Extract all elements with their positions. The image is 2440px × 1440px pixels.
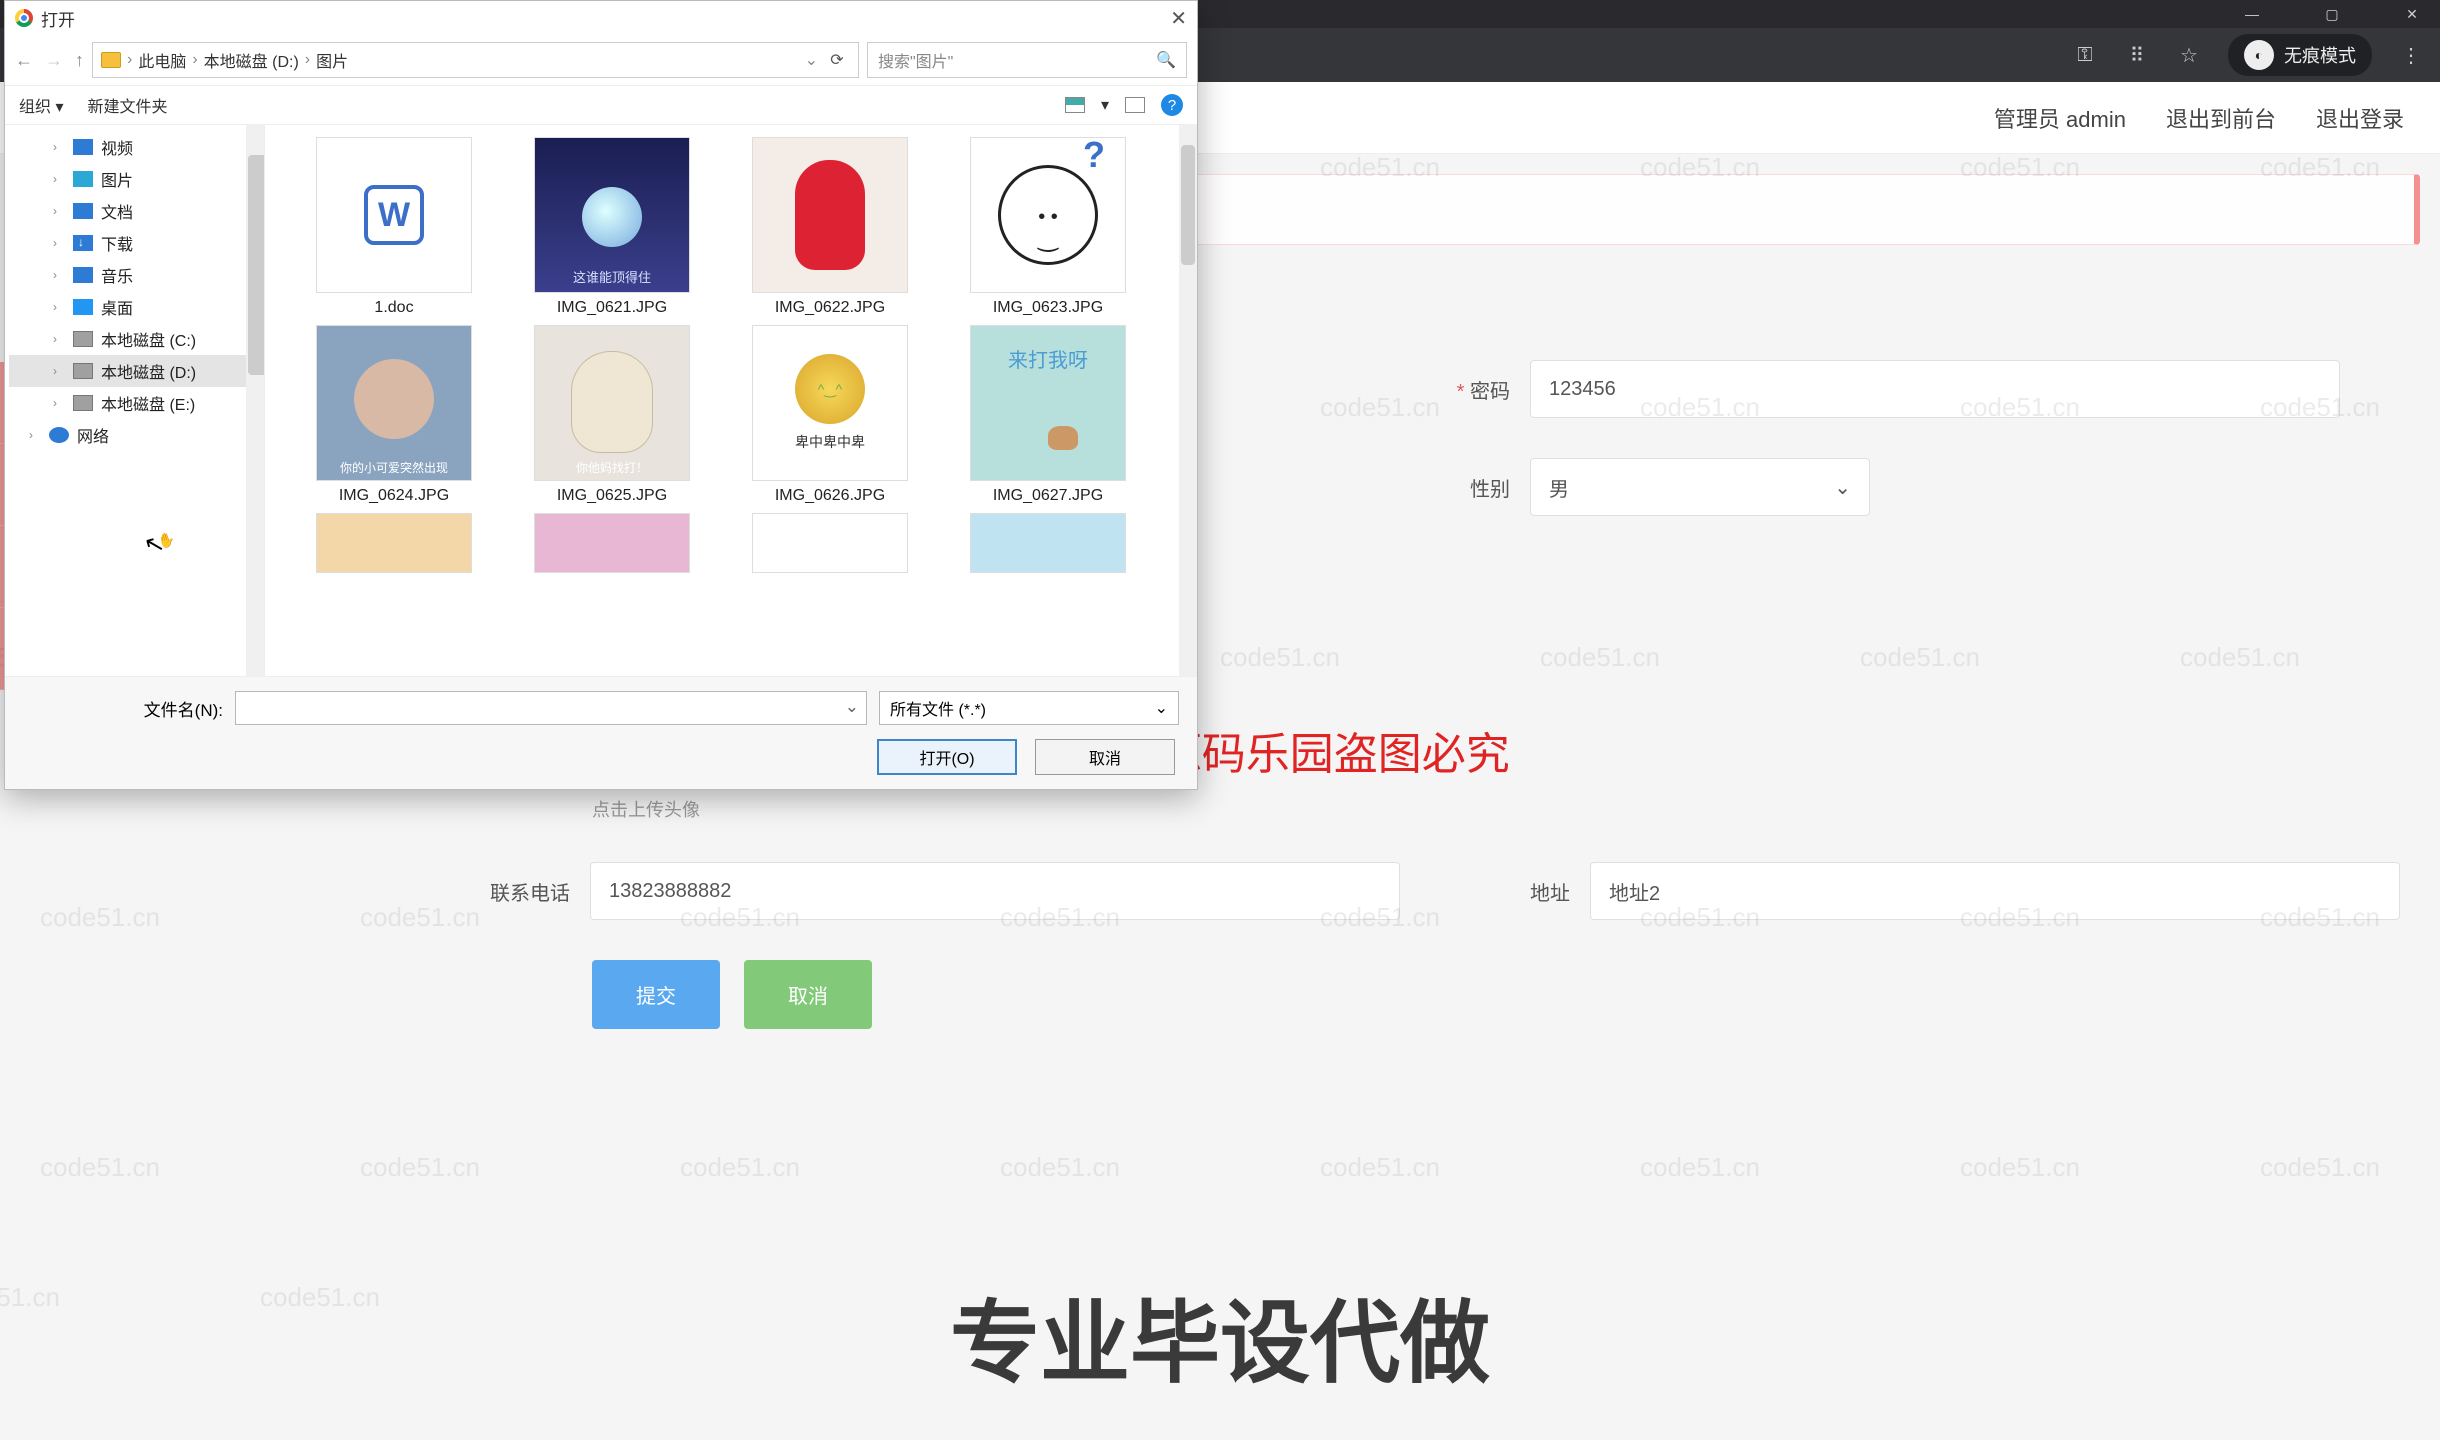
phone-label: 联系电话 xyxy=(460,877,570,906)
gender-label: 性别 xyxy=(1400,473,1510,502)
tree-scrollbar[interactable] xyxy=(246,125,264,676)
dialog-open-button[interactable]: 打开(O) xyxy=(877,739,1017,775)
file-item-partial-2[interactable] xyxy=(507,513,717,579)
file-item-doc[interactable]: W 1.doc xyxy=(289,137,499,317)
incognito-label: 无痕模式 xyxy=(2284,42,2356,68)
incognito-badge[interactable]: ◐ 无痕模式 xyxy=(2228,34,2372,76)
help-icon[interactable]: ? xyxy=(1161,94,1183,116)
window-minimize-icon[interactable]: ― xyxy=(2232,0,2272,28)
search-icon: 🔍 xyxy=(1156,50,1176,70)
upload-avatar-hint[interactable]: 点击上传头像 xyxy=(592,796,2400,822)
file-item-0622[interactable]: IMG_0622.JPG xyxy=(725,137,935,317)
dialog-cancel-button[interactable]: 取消 xyxy=(1035,739,1175,775)
filename-label: 文件名(N): xyxy=(23,696,223,721)
chevron-down-icon[interactable]: ⌄ xyxy=(805,50,818,70)
cancel-button[interactable]: 取消 xyxy=(744,960,872,1029)
dialog-nav: ← → ↑ › 此电脑 › 本地磁盘 (D:) › 图片 ⌄ ⟳ 搜索"图片" … xyxy=(5,35,1197,85)
organize-menu[interactable]: 组织 ▾ xyxy=(19,93,64,117)
tree-downloads[interactable]: ›下载 xyxy=(9,227,260,259)
file-item-0625[interactable]: 你他妈找打！ IMG_0625.JPG xyxy=(507,325,717,505)
file-item-partial-1[interactable] xyxy=(289,513,499,579)
tree-drive-c[interactable]: ›本地磁盘 (C:) xyxy=(9,323,260,355)
translate-icon[interactable]: ⠿ xyxy=(2124,42,2150,68)
password-input[interactable] xyxy=(1530,360,2340,418)
admin-label[interactable]: 管理员 admin xyxy=(1994,102,2126,134)
submit-button[interactable]: 提交 xyxy=(592,960,720,1029)
refresh-icon[interactable]: ⟳ xyxy=(824,50,850,70)
folder-tree: ›视频 ›图片 ›文档 ›下载 ›音乐 ›桌面 ›本地磁盘 (C:) ›本地磁盘… xyxy=(5,125,265,676)
dialog-close-icon[interactable]: ✕ xyxy=(1170,6,1187,31)
file-item-0621[interactable]: 这谁能顶得住 IMG_0621.JPG xyxy=(507,137,717,317)
view-mode-icon[interactable] xyxy=(1065,97,1085,113)
file-item-0626[interactable]: ^‿^卑中卑中卑 IMG_0626.JPG xyxy=(725,325,935,505)
path-root[interactable]: 此电脑 xyxy=(138,48,186,72)
file-grid-scrollbar[interactable] xyxy=(1179,125,1197,676)
chevron-down-icon[interactable]: ⌄ xyxy=(845,697,859,717)
tree-videos[interactable]: ›视频 xyxy=(9,131,260,163)
path-folder[interactable]: 图片 xyxy=(316,48,348,72)
chevron-down-icon: ⌄ xyxy=(1834,475,1851,500)
dialog-search-input[interactable]: 搜索"图片" 🔍 xyxy=(867,42,1187,78)
tree-pictures[interactable]: ›图片 xyxy=(9,163,260,195)
view-dropdown-icon[interactable]: ▾ xyxy=(1101,95,1109,115)
dialog-title: 打开 xyxy=(41,6,75,31)
tree-desktop[interactable]: ›桌面 xyxy=(9,291,260,323)
password-label: 密码 xyxy=(1400,375,1510,404)
nav-back-icon[interactable]: ← xyxy=(15,50,33,71)
footer-watermark: 专业毕设代做 xyxy=(0,1270,2440,1400)
menu-icon[interactable]: ⋮ xyxy=(2398,42,2424,68)
tree-documents[interactable]: ›文档 xyxy=(9,195,260,227)
nav-forward-icon[interactable]: → xyxy=(45,50,63,71)
chrome-icon xyxy=(15,9,33,27)
file-grid: W 1.doc 这谁能顶得住 IMG_0621.JPG IMG_0622.JPG… xyxy=(265,125,1197,676)
gender-value: 男 xyxy=(1549,473,1569,502)
filetype-select[interactable]: 所有文件 (*.*)⌄ xyxy=(879,691,1179,725)
tree-drive-d[interactable]: ›本地磁盘 (D:) xyxy=(9,355,260,387)
key-icon[interactable]: ⚿ xyxy=(2072,42,2098,68)
gender-select[interactable]: 男 ⌄ xyxy=(1530,458,1870,516)
file-item-partial-4[interactable] xyxy=(943,513,1153,579)
dialog-footer: 文件名(N): ⌄ 所有文件 (*.*)⌄ 打开(O) 取消 xyxy=(5,676,1197,789)
nav-up-icon[interactable]: ↑ xyxy=(75,50,84,71)
incognito-icon: ◐ xyxy=(2244,40,2274,70)
folder-icon xyxy=(101,52,121,68)
file-item-0624[interactable]: 你的小可爱突然出现 IMG_0624.JPG xyxy=(289,325,499,505)
preview-pane-icon[interactable] xyxy=(1125,97,1145,113)
dialog-toolbar: 组织 ▾ 新建文件夹 ▾ ? xyxy=(5,85,1197,125)
new-folder-button[interactable]: 新建文件夹 xyxy=(88,93,168,117)
filename-input[interactable] xyxy=(235,691,867,725)
tree-drive-e[interactable]: ›本地磁盘 (E:) xyxy=(9,387,260,419)
logout-to-front-link[interactable]: 退出到前台 xyxy=(2166,102,2276,134)
path-drive[interactable]: 本地磁盘 (D:) xyxy=(204,48,299,72)
file-open-dialog: 打开 ✕ ← → ↑ › 此电脑 › 本地磁盘 (D:) › 图片 ⌄ ⟳ 搜索… xyxy=(4,0,1198,790)
file-item-partial-3[interactable] xyxy=(725,513,935,579)
tree-music[interactable]: ›音乐 xyxy=(9,259,260,291)
address-label: 地址 xyxy=(1460,877,1570,906)
window-maximize-icon[interactable]: ▢ xyxy=(2312,0,2352,28)
chevron-down-icon: ⌄ xyxy=(1155,698,1168,718)
file-item-0623[interactable]: ? IMG_0623.JPG xyxy=(943,137,1153,317)
path-breadcrumb[interactable]: › 此电脑 › 本地磁盘 (D:) › 图片 ⌄ ⟳ xyxy=(92,42,859,78)
window-close-icon[interactable]: ✕ xyxy=(2392,0,2432,28)
dialog-titlebar: 打开 ✕ xyxy=(5,1,1197,35)
logout-link[interactable]: 退出登录 xyxy=(2316,102,2404,134)
address-input[interactable] xyxy=(1590,862,2400,920)
phone-input[interactable] xyxy=(590,862,1400,920)
search-placeholder: 搜索"图片" xyxy=(878,48,953,72)
star-icon[interactable]: ☆ xyxy=(2176,42,2202,68)
file-item-0627[interactable]: 来打我呀 IMG_0627.JPG xyxy=(943,325,1153,505)
tree-network[interactable]: ›网络 xyxy=(9,419,260,451)
